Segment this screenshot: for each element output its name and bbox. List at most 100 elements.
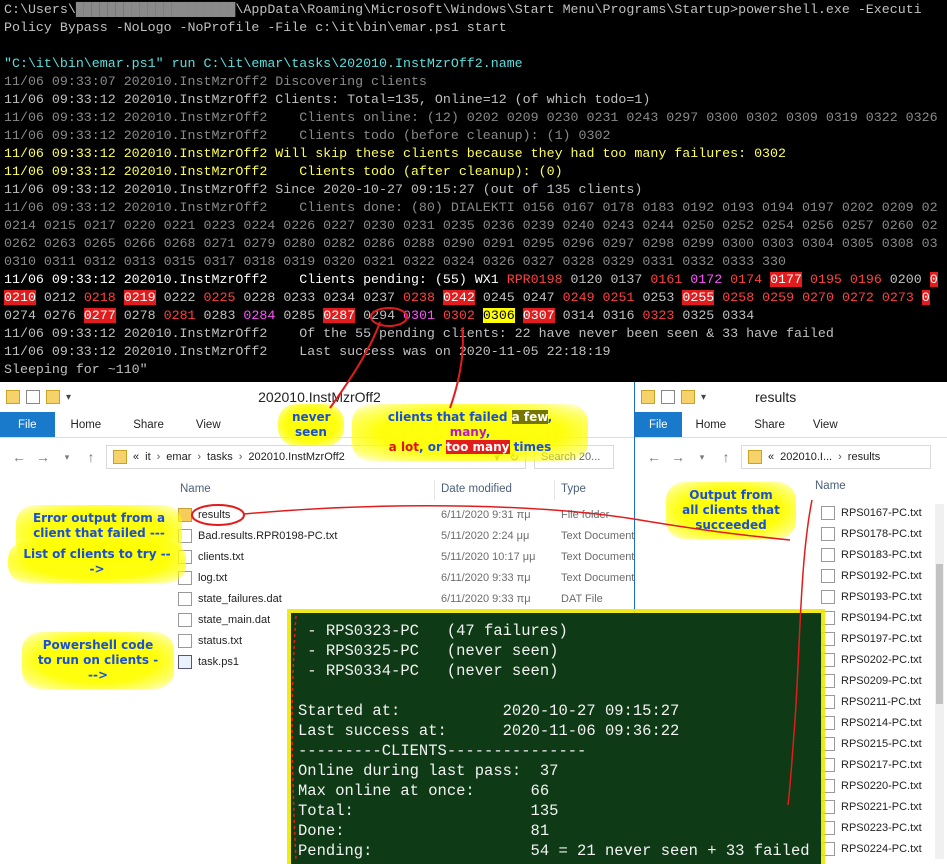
tab-home[interactable]: Home: [55, 412, 118, 437]
file-row[interactable]: RPS0202-PC.txt: [821, 649, 939, 670]
up-arrow-icon[interactable]: ↑: [717, 449, 735, 465]
console-text: 0262 0263 0265 0266 0268 0271 0279 0280 …: [4, 236, 938, 251]
breadcrumb-overflow[interactable]: «: [133, 451, 139, 463]
tab-view[interactable]: View: [799, 412, 852, 437]
address-bar[interactable]: « 202010.I... › results: [741, 445, 931, 469]
vertical-scrollbar[interactable]: [935, 504, 944, 859]
console-line: 0274 0276 0277 0278 0281 0283 0284 0285 …: [4, 307, 947, 325]
console-line: C:\Users\████████████████████\AppData\Ro…: [4, 1, 947, 19]
console-text: 0210: [4, 290, 36, 305]
back-arrow-icon[interactable]: ←: [645, 449, 663, 465]
file-row[interactable]: RPS0214-PC.txt: [821, 712, 939, 733]
file-name: RPS0214-PC.txt: [841, 716, 922, 729]
console-text: 11/06 09:33:12 202010.InstMzrOff2 Last s…: [4, 344, 611, 359]
scrollbar-thumb[interactable]: [936, 564, 943, 704]
properties-icon[interactable]: [661, 390, 675, 404]
console-text: 0174: [730, 272, 763, 287]
console-line: 0310 0311 0312 0313 0315 0317 0318 0319 …: [4, 253, 947, 271]
file-row[interactable]: results 6/11/2020 9:31 πμ File folder: [178, 504, 640, 525]
customize-toolbar-icon[interactable]: ▾: [701, 392, 706, 403]
annotation-too-many: too many: [446, 440, 510, 454]
file-row[interactable]: RPS0167-PC.txt: [821, 502, 939, 523]
tab-file[interactable]: File: [0, 412, 55, 437]
file-row[interactable]: RPS0183-PC.txt: [821, 544, 939, 565]
forward-arrow-icon[interactable]: →: [34, 449, 52, 465]
column-divider[interactable]: [554, 480, 555, 500]
tab-home[interactable]: Home: [682, 412, 741, 437]
breadcrumb-item[interactable]: 202010.I...: [780, 451, 832, 463]
console-text: C:\Users\: [4, 2, 76, 17]
file-row[interactable]: RPS0193-PC.txt: [821, 586, 939, 607]
file-row[interactable]: state_failures.dat 6/11/2020 9:33 πμ DAT F…: [178, 588, 640, 609]
file-row[interactable]: RPS0217-PC.txt: [821, 754, 939, 775]
breadcrumb-item[interactable]: tasks: [207, 451, 233, 463]
file-row[interactable]: Bad.results.RPR0198-PC.txt 5/11/2020 2:24…: [178, 525, 640, 546]
file-row[interactable]: RPS0194-PC.txt: [821, 607, 939, 628]
status-line: - RPS0323-PC (47 failures): [298, 622, 568, 640]
console-text: 11/06 09:33:12 202010.InstMzrOff2 Client…: [4, 200, 938, 215]
column-divider[interactable]: [434, 480, 435, 500]
status-line: Done: 81: [298, 822, 550, 840]
results-titlebar[interactable]: ▾ results: [635, 382, 947, 412]
console-text: 0161: [650, 272, 683, 287]
file-name: RPS0194-PC.txt: [841, 611, 922, 624]
console-text: 0310 0311 0312 0313 0315 0317 0318 0319 …: [4, 254, 786, 269]
file-name: RPS0209-PC.txt: [841, 674, 922, 687]
console-text: 0323: [642, 308, 675, 323]
tab-view[interactable]: View: [180, 412, 237, 437]
tab-share[interactable]: Share: [117, 412, 180, 437]
annotation-text: List of clients to try --->: [23, 547, 171, 576]
file-row[interactable]: RPS0197-PC.txt: [821, 628, 939, 649]
up-arrow-icon[interactable]: ↑: [82, 449, 100, 465]
new-folder-icon[interactable]: [681, 390, 695, 404]
chevron-down-icon[interactable]: ▾: [693, 452, 711, 463]
console-line: "C:\it\bin\emar.ps1" run C:\it\emar\task…: [4, 55, 947, 73]
file-date: 5/11/2020 2:24 μμ: [441, 529, 530, 542]
breadcrumb-item[interactable]: 202010.InstMzrOff2: [248, 451, 344, 463]
file-row[interactable]: RPS0224-PC.txt: [821, 838, 939, 859]
annotation-text: Output from all clients that succeeded: [682, 488, 780, 532]
console-text: 0273: [881, 290, 914, 305]
ribbon: File Home Share View: [635, 412, 947, 438]
breadcrumb-overflow[interactable]: «: [768, 451, 774, 463]
back-arrow-icon[interactable]: ←: [10, 449, 28, 465]
chevron-right-icon[interactable]: ›: [838, 451, 842, 463]
breadcrumb-item[interactable]: results: [848, 451, 880, 463]
tab-file[interactable]: File: [635, 412, 682, 437]
file-row[interactable]: RPS0223-PC.txt: [821, 817, 939, 838]
file-name: RPS0202-PC.txt: [841, 653, 922, 666]
file-row[interactable]: RPS0211-PC.txt: [821, 691, 939, 712]
console-text: 0222: [155, 290, 204, 305]
file-row[interactable]: log.txt 6/11/2020 9:33 πμ Text Document: [178, 567, 640, 588]
tab-share[interactable]: Share: [740, 412, 799, 437]
file-row[interactable]: RPS0209-PC.txt: [821, 670, 939, 691]
breadcrumb-item[interactable]: it: [145, 451, 151, 463]
chevron-right-icon[interactable]: ›: [197, 451, 201, 463]
file-row[interactable]: RPS0192-PC.txt: [821, 565, 939, 586]
annotation-failed-legend: clients that failed a few, many, a lot, o…: [352, 404, 588, 461]
file-row[interactable]: RPS0221-PC.txt: [821, 796, 939, 817]
file-name: state_failures.dat: [198, 592, 282, 605]
column-date[interactable]: Date modified: [441, 483, 512, 495]
chevron-right-icon[interactable]: ›: [239, 451, 243, 463]
column-type[interactable]: Type: [561, 483, 586, 495]
column-name[interactable]: Name: [815, 480, 846, 492]
console-text: 0172: [690, 272, 723, 287]
file-row[interactable]: clients.txt 5/11/2020 10:17 μμ Text Docume…: [178, 546, 640, 567]
forward-arrow-icon[interactable]: →: [669, 449, 687, 465]
console-text: 0253: [634, 290, 683, 305]
chevron-down-icon[interactable]: ▾: [58, 452, 76, 463]
folder-icon: [748, 450, 762, 464]
chevron-right-icon[interactable]: ›: [157, 451, 161, 463]
file-name: results: [198, 508, 231, 521]
file-row[interactable]: RPS0220-PC.txt: [821, 775, 939, 796]
column-name[interactable]: Name: [180, 483, 211, 495]
file-name: RPS0215-PC.txt: [841, 737, 922, 750]
powershell-console[interactable]: C:\Users\████████████████████\AppData\Ro…: [0, 0, 947, 382]
file-row[interactable]: RPS0215-PC.txt: [821, 733, 939, 754]
file-row[interactable]: RPS0178-PC.txt: [821, 523, 939, 544]
breadcrumb-item[interactable]: emar: [166, 451, 191, 463]
